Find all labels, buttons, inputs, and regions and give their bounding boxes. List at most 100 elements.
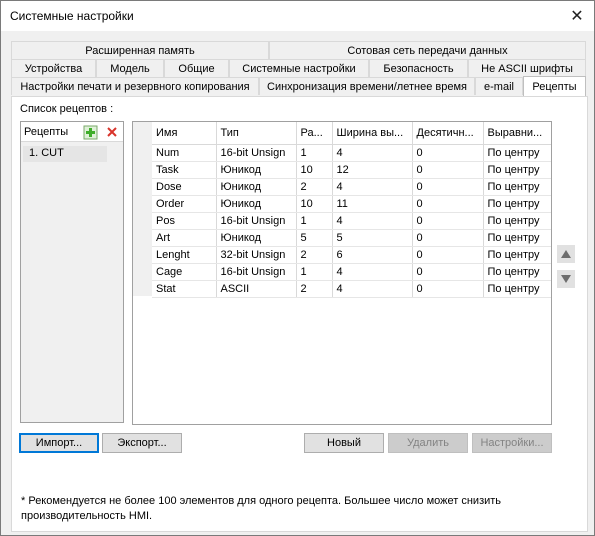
cell-alignment[interactable]: По центру [483, 161, 551, 179]
cell-size[interactable]: 10 [296, 195, 333, 213]
cell-type[interactable]: 16-bit Unsign [216, 144, 297, 162]
recipe-list: Рецепты 1. CUT [20, 121, 124, 423]
col-header-name[interactable]: Имя [152, 122, 217, 145]
cell-name[interactable]: Dose [152, 178, 217, 196]
cell-width[interactable]: 12 [332, 161, 413, 179]
cell-decimal[interactable]: 0 [412, 195, 484, 213]
cell-decimal[interactable]: 0 [412, 161, 484, 179]
cell-name[interactable]: Task [152, 161, 217, 179]
close-icon: ✕ [570, 8, 584, 25]
cell-size[interactable]: 2 [296, 280, 333, 298]
cell-alignment[interactable]: По центру [483, 178, 551, 196]
tab-time-sync[interactable]: Синхронизация времени/летнее время [259, 77, 475, 95]
cell-name[interactable]: Num [152, 144, 217, 162]
tab-system-settings[interactable]: Системные настройки [229, 59, 369, 77]
table-row[interactable]: Dose Юникод 2 4 0 По центру [152, 178, 551, 196]
tab-devices[interactable]: Устройства [11, 59, 96, 77]
cell-size[interactable]: 1 [296, 212, 333, 230]
cell-decimal[interactable]: 0 [412, 144, 484, 162]
cell-width[interactable]: 4 [332, 263, 413, 281]
settings-button[interactable]: Настройки... [472, 433, 552, 453]
cell-name[interactable]: Lenght [152, 246, 217, 264]
cell-type[interactable]: Юникод [216, 195, 297, 213]
cell-name[interactable]: Art [152, 229, 217, 247]
col-header-size[interactable]: Ра... [296, 122, 333, 145]
delete-button[interactable]: Удалить [388, 433, 468, 453]
tab-email[interactable]: e-mail [475, 77, 523, 95]
cell-alignment[interactable]: По центру [483, 263, 551, 281]
recipe-list-label: Список рецептов : [20, 103, 114, 115]
cell-size[interactable]: 1 [296, 263, 333, 281]
table-row[interactable]: Pos 16-bit Unsign 1 4 0 По центру [152, 212, 551, 230]
cell-name[interactable]: Stat [152, 280, 217, 298]
new-button[interactable]: Новый [304, 433, 384, 453]
table-row[interactable]: Art Юникод 5 5 0 По центру [152, 229, 551, 247]
tab-print-backup[interactable]: Настройки печати и резервного копировани… [11, 77, 259, 95]
cell-type[interactable]: 16-bit Unsign [216, 212, 297, 230]
export-button[interactable]: Экспорт... [102, 433, 182, 453]
footnote-text: * Рекомендуется не более 100 элементов д… [21, 495, 502, 522]
cell-decimal[interactable]: 0 [412, 178, 484, 196]
cell-size[interactable]: 2 [296, 178, 333, 196]
cell-alignment[interactable]: По центру [483, 280, 551, 298]
cell-size[interactable]: 10 [296, 161, 333, 179]
tab-security[interactable]: Безопасность [369, 59, 468, 77]
cell-width[interactable]: 11 [332, 195, 413, 213]
cell-size[interactable]: 5 [296, 229, 333, 247]
cell-type[interactable]: Юникод [216, 178, 297, 196]
table-row[interactable]: Cage 16-bit Unsign 1 4 0 По центру [152, 263, 551, 281]
cell-width[interactable]: 4 [332, 212, 413, 230]
cell-width[interactable]: 4 [332, 280, 413, 298]
move-up-button[interactable] [557, 245, 575, 263]
cell-width[interactable]: 5 [332, 229, 413, 247]
cell-decimal[interactable]: 0 [412, 280, 484, 298]
cell-width[interactable]: 4 [332, 144, 413, 162]
table-row[interactable]: Stat ASCII 2 4 0 По центру [152, 280, 551, 298]
table-row[interactable]: Lenght 32-bit Unsign 2 6 0 По центру [152, 246, 551, 264]
cell-width[interactable]: 6 [332, 246, 413, 264]
col-header-decimal[interactable]: Десятичн... [412, 122, 484, 145]
close-button[interactable]: ✕ [560, 1, 594, 31]
cell-width[interactable]: 4 [332, 178, 413, 196]
tab-non-ascii-fonts[interactable]: Не ASCII шрифты [468, 59, 586, 77]
add-recipe-button[interactable] [82, 124, 99, 140]
cell-size[interactable]: 2 [296, 246, 333, 264]
cell-type[interactable]: 16-bit Unsign [216, 263, 297, 281]
cell-decimal[interactable]: 0 [412, 263, 484, 281]
window-title: Системные настройки [10, 9, 134, 23]
cell-name[interactable]: Pos [152, 212, 217, 230]
system-settings-dialog: Системные настройки ✕ Расширенная память… [0, 0, 595, 536]
tab-general[interactable]: Общие [164, 59, 229, 77]
recipe-item-cut[interactable]: 1. CUT [23, 146, 107, 162]
table-row[interactable]: Num 16-bit Unsign 1 4 0 По центру [152, 144, 551, 162]
cell-alignment[interactable]: По центру [483, 229, 551, 247]
cell-type[interactable]: Юникод [216, 229, 297, 247]
recipe-elements-grid[interactable]: Имя Тип Ра... Ширина вы... Десятичн... В… [132, 121, 552, 425]
delete-recipe-button[interactable] [103, 124, 120, 140]
cell-type[interactable]: 32-bit Unsign [216, 246, 297, 264]
import-button[interactable]: Импорт... [19, 433, 99, 453]
table-row[interactable]: Order Юникод 10 11 0 По центру [152, 195, 551, 213]
cell-alignment[interactable]: По центру [483, 212, 551, 230]
cell-type[interactable]: ASCII [216, 280, 297, 298]
cell-alignment[interactable]: По центру [483, 144, 551, 162]
move-down-icon [561, 275, 571, 283]
cell-name[interactable]: Cage [152, 263, 217, 281]
cell-type[interactable]: Юникод [216, 161, 297, 179]
tab-extended-memory[interactable]: Расширенная память [11, 41, 269, 59]
cell-name[interactable]: Order [152, 195, 217, 213]
tab-recipes[interactable]: Рецепты [523, 76, 586, 96]
tab-model[interactable]: Модель [96, 59, 164, 77]
cell-alignment[interactable]: По центру [483, 246, 551, 264]
tab-cellular-data[interactable]: Сотовая сеть передачи данных [269, 41, 586, 59]
col-header-alignment[interactable]: Выравни... [483, 122, 551, 145]
col-header-display-width[interactable]: Ширина вы... [332, 122, 413, 145]
cell-decimal[interactable]: 0 [412, 212, 484, 230]
cell-size[interactable]: 1 [296, 144, 333, 162]
table-row[interactable]: Task Юникод 10 12 0 По центру [152, 161, 551, 179]
col-header-type[interactable]: Тип [216, 122, 297, 145]
cell-alignment[interactable]: По центру [483, 195, 551, 213]
cell-decimal[interactable]: 0 [412, 229, 484, 247]
move-down-button[interactable] [557, 270, 575, 288]
cell-decimal[interactable]: 0 [412, 246, 484, 264]
